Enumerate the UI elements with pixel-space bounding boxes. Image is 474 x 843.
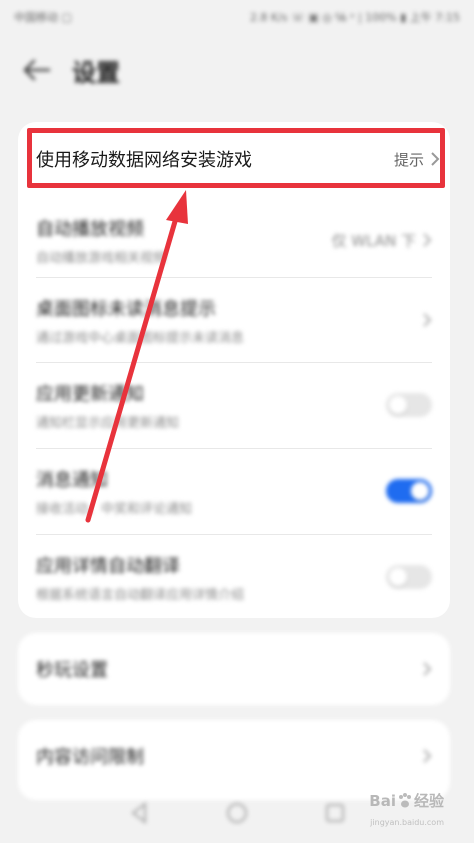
annotation-arrow	[85, 190, 188, 523]
